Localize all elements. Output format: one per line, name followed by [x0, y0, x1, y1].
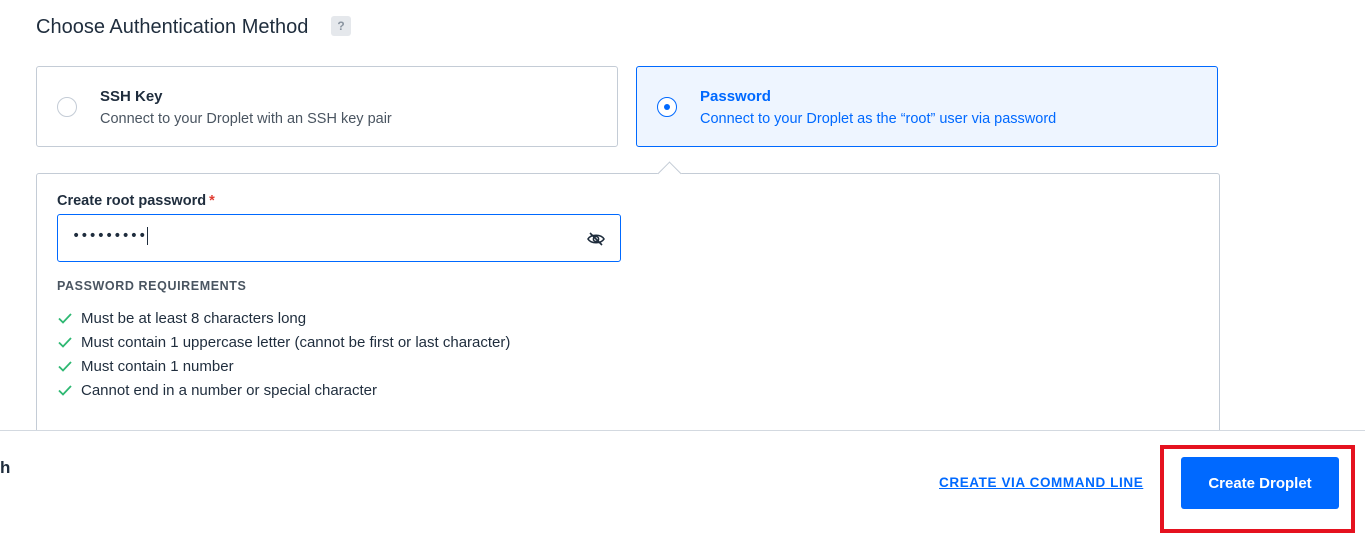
check-icon — [58, 361, 72, 372]
help-icon[interactable]: ? — [331, 16, 351, 36]
radio-ssh-key[interactable] — [57, 97, 77, 117]
auth-option-ssh-key[interactable]: SSH Key Connect to your Droplet with an … — [36, 66, 618, 147]
page: Choose Authentication Method ? SSH Key C… — [0, 0, 1365, 538]
requirements-heading: PASSWORD REQUIREMENTS — [57, 279, 247, 293]
requirement-text: Must contain 1 uppercase letter (cannot … — [81, 333, 511, 351]
option-title: SSH Key — [100, 88, 163, 105]
auth-option-password[interactable]: Password Connect to your Droplet as the … — [636, 66, 1218, 147]
requirement-item: Must be at least 8 characters long — [57, 306, 510, 330]
requirement-text: Must contain 1 number — [81, 357, 234, 375]
password-dots: ••••••••• — [72, 228, 147, 244]
create-droplet-button[interactable]: Create Droplet — [1181, 457, 1339, 509]
create-via-command-line-link[interactable]: CREATE VIA COMMAND LINE — [939, 475, 1143, 490]
option-description: Connect to your Droplet as the “root” us… — [700, 111, 1057, 127]
password-masked-value: ••••••••• — [72, 227, 149, 245]
password-label: Create root password * — [57, 193, 215, 209]
footer-bar: h CREATE VIA COMMAND LINE Create Droplet — [0, 430, 1365, 538]
required-marker: * — [209, 193, 215, 209]
password-label-text: Create root password — [57, 193, 207, 209]
text-caret — [147, 227, 149, 245]
requirement-item: Cannot end in a number or special charac… — [57, 378, 510, 402]
requirement-text: Cannot end in a number or special charac… — [81, 381, 378, 399]
check-icon — [58, 313, 72, 324]
footer-summary-text: h — [0, 458, 11, 477]
requirement-item: Must contain 1 number — [57, 354, 510, 378]
option-description: Connect to your Droplet with an SSH key … — [100, 111, 392, 127]
requirement-item: Must contain 1 uppercase letter (cannot … — [57, 330, 510, 354]
check-icon — [58, 337, 72, 348]
root-password-input[interactable]: ••••••••• — [57, 214, 621, 262]
requirements-list: Must be at least 8 characters long Must … — [57, 306, 510, 402]
check-icon — [58, 385, 72, 396]
section-title: Choose Authentication Method — [36, 16, 309, 38]
radio-selected-dot — [664, 104, 670, 110]
option-title: Password — [700, 88, 771, 105]
radio-password[interactable] — [657, 97, 677, 117]
requirement-text: Must be at least 8 characters long — [81, 309, 307, 327]
eye-slash-icon[interactable] — [586, 229, 606, 249]
